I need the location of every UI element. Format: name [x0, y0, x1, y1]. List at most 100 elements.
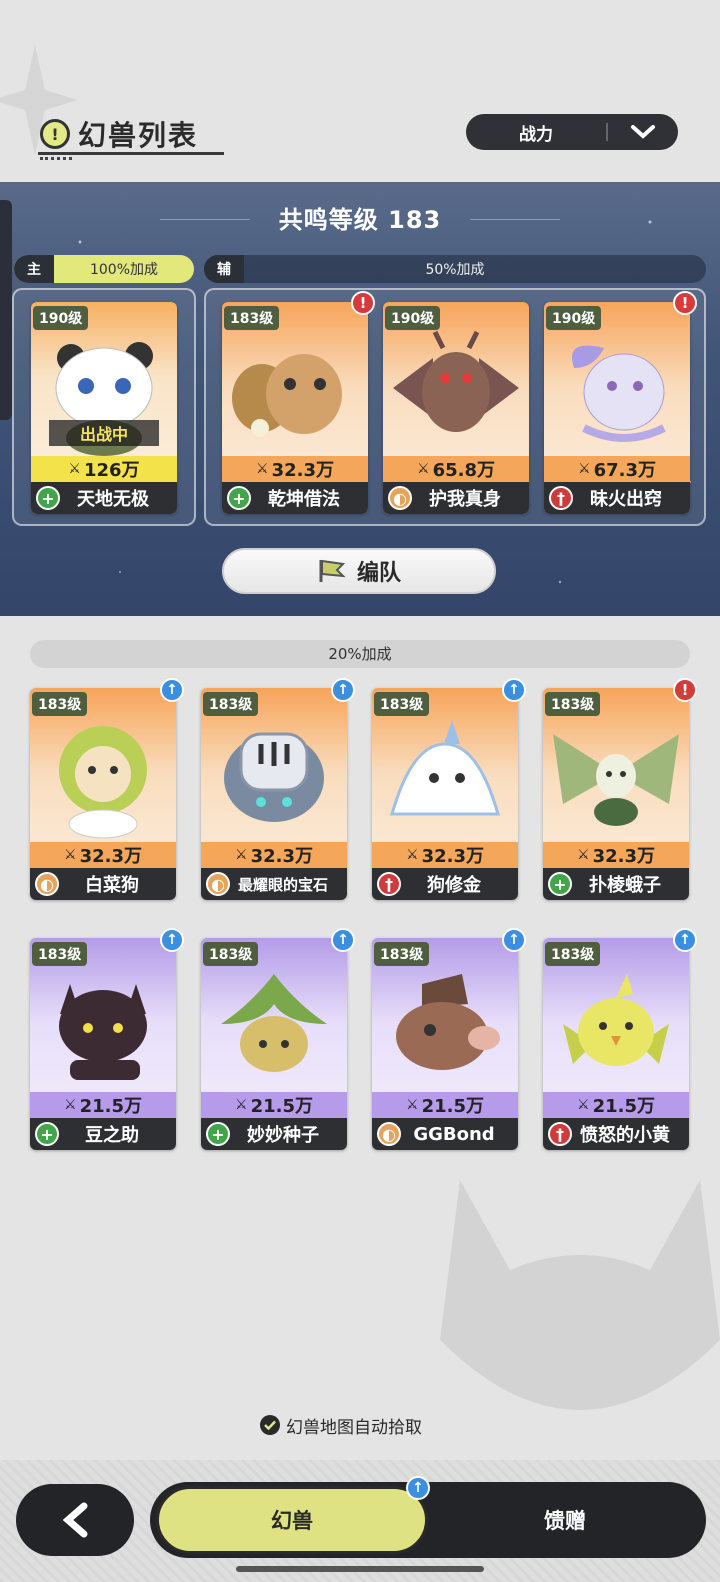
power-number: 67.3万 — [593, 460, 656, 481]
beast-card-sub-1[interactable]: 183级 ⚔ 32.3万 + 乾坤借法 — [222, 302, 368, 514]
level-badge: 190级 — [546, 306, 602, 330]
upgrade-arrow-icon[interactable]: ↑ — [331, 928, 355, 952]
beast-art-boar — [396, 974, 500, 1070]
power-value: ⚔ 32.3万 — [30, 842, 176, 868]
upgrade-arrow-icon[interactable]: ↑ — [331, 678, 355, 702]
power-value: ⚔ 32.3万 — [222, 456, 368, 482]
beast-card-sub-2[interactable]: 190级 ⚔ 65.8万 ◐ 护我真身 — [383, 302, 529, 514]
beast-art-ghost-dog — [390, 720, 500, 816]
power-icon: ⚔ — [256, 461, 269, 477]
attack-type-icon: † — [548, 1122, 572, 1146]
beast-card-reserve-5[interactable]: 183级 ⚔ 21.5万 + 豆之助 — [30, 938, 176, 1150]
power-number: 21.5万 — [250, 1096, 313, 1117]
level-badge: 183级 — [203, 692, 259, 716]
flag-icon — [319, 559, 346, 582]
power-value: ⚔ 21.5万 — [201, 1092, 347, 1118]
power-value: ⚔ 65.8万 — [383, 456, 529, 482]
power-icon: ⚔ — [577, 1097, 590, 1113]
attack-type-icon: † — [377, 872, 401, 896]
beast-art-dragon — [393, 330, 519, 432]
chevron-down-icon[interactable] — [608, 124, 678, 140]
power-icon: ⚔ — [235, 1097, 248, 1113]
power-number: 126万 — [83, 460, 140, 481]
power-icon: ⚔ — [64, 1097, 77, 1113]
back-button[interactable] — [16, 1484, 134, 1556]
level-badge: 190级 — [33, 306, 89, 330]
sort-label: 战力 — [519, 124, 553, 145]
warning-icon[interactable]: ! — [40, 119, 70, 149]
title-dots — [40, 157, 72, 160]
tab-gifts[interactable]: 馈赠 — [430, 1486, 700, 1554]
heal-type-icon: + — [227, 486, 251, 510]
beast-card-reserve-3[interactable]: 183级 ⚔ 32.3万 † 狗修金 — [372, 688, 518, 900]
page-title: 幻兽列表 — [78, 119, 199, 152]
beast-card-reserve-6[interactable]: 183级 ⚔ 21.5万 + 妙妙种子 — [201, 938, 347, 1150]
power-value: ⚔ 67.3万 — [544, 456, 690, 482]
beast-card-reserve-7[interactable]: 183级 ⚔ 21.5万 ◐ GGBond — [372, 938, 518, 1150]
beast-art-black-cat — [59, 984, 147, 1080]
beast-name-bar: † 狗修金 — [372, 868, 518, 900]
power-value: ⚔ 32.3万 — [372, 842, 518, 868]
back-arrow-icon — [62, 1502, 88, 1538]
home-indicator[interactable] — [236, 1566, 484, 1572]
tab-beasts[interactable]: 幻兽 — [156, 1486, 428, 1554]
power-icon: ⚔ — [64, 847, 77, 863]
upgrade-arrow-icon[interactable]: ↑ — [673, 928, 697, 952]
beast-name-bar: † 愤怒的小黄 — [543, 1118, 689, 1150]
power-icon: ⚔ — [578, 461, 591, 477]
attack-type-icon: † — [549, 486, 573, 510]
upgrade-arrow-icon[interactable]: ↑ — [160, 678, 184, 702]
beast-name-bar: ◐ GGBond — [372, 1118, 518, 1150]
team-button-label: 编队 — [356, 561, 401, 586]
power-number: 32.3万 — [250, 846, 313, 867]
beast-card-reserve-4[interactable]: 183级 ⚔ 32.3万 + 扑棱蛾子 — [543, 688, 689, 900]
beast-art-seed — [221, 974, 327, 1072]
beast-name-bar: + 扑棱蛾子 — [543, 868, 689, 900]
upgrade-arrow-icon[interactable]: ↑ — [502, 928, 526, 952]
beast-name-bar: † 昧火出窍 — [544, 482, 690, 514]
heal-type-icon: + — [548, 872, 572, 896]
beast-card-reserve-2[interactable]: 183级 ⚔ 32.3万 ◐ 最耀眼的宝石 — [201, 688, 347, 900]
power-value: ⚔ 21.5万 — [30, 1092, 176, 1118]
sort-dropdown[interactable]: 战力 — [466, 114, 678, 150]
power-value: ⚔ 21.5万 — [372, 1092, 518, 1118]
defense-type-icon: ◐ — [377, 1122, 401, 1146]
beast-card-main[interactable]: 190级 出战中 ⚔ 126万 + 天地无极 — [31, 302, 177, 514]
team-formation-button[interactable]: 编队 — [222, 548, 496, 594]
heal-type-icon: + — [35, 1122, 59, 1146]
page-header: ! 幻兽列表 — [40, 110, 198, 158]
main-bonus-label: 100%加成 — [89, 262, 159, 278]
level-badge: 183级 — [545, 692, 601, 716]
level-badge: 183级 — [32, 692, 88, 716]
power-number: 32.3万 — [592, 846, 655, 867]
beast-card-sub-3[interactable]: 190级 ⚔ 67.3万 † 昧火出窍 — [544, 302, 690, 514]
power-icon: ⚔ — [235, 847, 248, 863]
beast-name-bar: + 天地无极 — [31, 482, 177, 514]
auto-pickup-toggle[interactable]: 幻兽地图自动拾取 — [260, 1412, 422, 1438]
power-value: ⚔ 21.5万 — [543, 1092, 689, 1118]
beast-card-reserve-8[interactable]: 183级 ⚔ 21.5万 † 愤怒的小黄 — [543, 938, 689, 1150]
defense-type-icon: ◐ — [35, 872, 59, 896]
upgrade-arrow-icon: ↑ — [406, 1476, 430, 1500]
checkmark-icon[interactable] — [260, 1415, 280, 1435]
power-icon: ⚔ — [417, 461, 430, 477]
beast-name-bar: ◐ 白菜狗 — [30, 868, 176, 900]
power-number: 32.3万 — [421, 846, 484, 867]
beast-card-reserve-1[interactable]: 183级 ⚔ 32.3万 ◐ 白菜狗 — [30, 688, 176, 900]
alert-icon[interactable]: ! — [673, 678, 697, 702]
power-value: ⚔ 126万 — [31, 456, 177, 482]
beast-art-knight-gem — [224, 732, 324, 822]
sub-bonus-bar: 辅 50%加成 — [204, 255, 706, 283]
alert-icon[interactable]: ! — [351, 291, 375, 315]
main-tag: 主 — [14, 255, 54, 283]
power-icon: ⚔ — [68, 461, 81, 477]
power-icon: ⚔ — [406, 1097, 419, 1113]
level-badge: 183级 — [203, 942, 259, 966]
upgrade-arrow-icon[interactable]: ↑ — [160, 928, 184, 952]
defense-type-icon: ◐ — [206, 872, 230, 896]
reserve-bonus-bar: 20%加成 — [30, 640, 690, 668]
upgrade-arrow-icon[interactable]: ↑ — [502, 678, 526, 702]
alert-icon[interactable]: ! — [673, 291, 697, 315]
power-number: 21.5万 — [79, 1096, 142, 1117]
heal-type-icon: + — [206, 1122, 230, 1146]
